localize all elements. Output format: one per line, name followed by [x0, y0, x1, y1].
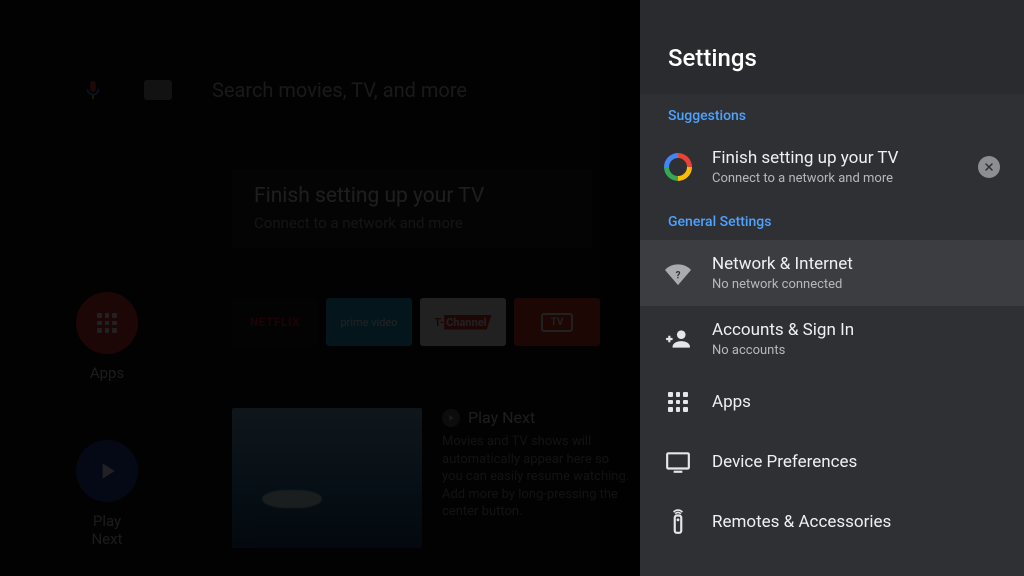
- settings-title: Settings: [640, 0, 1024, 94]
- tv-icon: [662, 446, 694, 478]
- settings-item-apps[interactable]: Apps: [640, 372, 1024, 432]
- general-section-label: General Settings: [640, 200, 1024, 240]
- settings-item-accounts[interactable]: Accounts & Sign In No accounts: [640, 306, 1024, 372]
- apps-title: Apps: [712, 392, 1000, 412]
- device-title: Device Preferences: [712, 452, 1000, 472]
- network-subtitle: No network connected: [712, 277, 1000, 292]
- suggestion-title: Finish setting up your TV: [712, 148, 960, 168]
- suggestion-subtitle: Connect to a network and more: [712, 171, 960, 186]
- settings-item-remotes[interactable]: Remotes & Accessories: [640, 492, 1024, 552]
- apps-grid-icon: [662, 386, 694, 418]
- add-account-icon: [662, 323, 694, 355]
- remote-icon: [662, 506, 694, 538]
- svg-text:?: ?: [676, 270, 681, 281]
- remotes-title: Remotes & Accessories: [712, 512, 1000, 532]
- close-icon: [983, 161, 995, 173]
- settings-item-device-preferences[interactable]: Device Preferences: [640, 432, 1024, 492]
- accounts-subtitle: No accounts: [712, 343, 1000, 358]
- settings-item-network[interactable]: ? Network & Internet No network connecte…: [640, 240, 1024, 306]
- google-logo-icon: G: [662, 151, 694, 183]
- accounts-title: Accounts & Sign In: [712, 320, 1000, 340]
- dismiss-suggestion-button[interactable]: [978, 156, 1000, 178]
- suggestions-section-label: Suggestions: [640, 94, 1024, 134]
- wifi-icon: ?: [662, 257, 694, 289]
- network-title: Network & Internet: [712, 254, 1000, 274]
- suggestion-finish-setup[interactable]: G Finish setting up your TV Connect to a…: [640, 134, 1024, 200]
- settings-panel: Settings Suggestions G Finish setting up…: [640, 0, 1024, 576]
